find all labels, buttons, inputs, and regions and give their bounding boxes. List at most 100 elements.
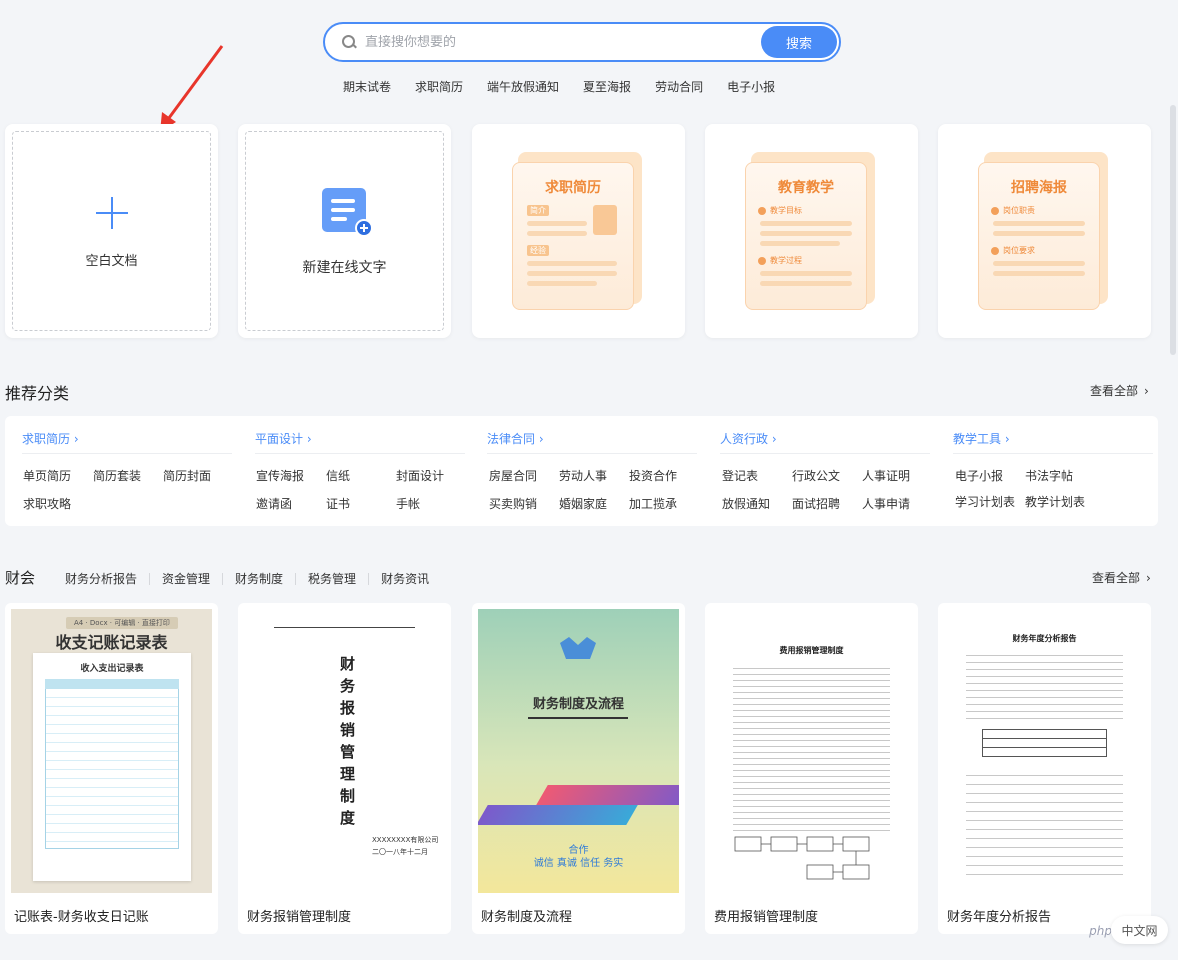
category-head-label: 人资行政	[720, 432, 769, 446]
category-item[interactable]: 单页简历	[23, 467, 71, 484]
category-head-label: 法律合同	[487, 432, 536, 446]
doc-thumbnail: 财务报销管理制度 XXXXXXXX有限公司 二〇一八年十二月	[244, 609, 445, 893]
view-all-label: 查看全部	[1092, 571, 1141, 585]
chevron-right-icon: ›	[306, 432, 312, 446]
category-item[interactable]: 加工揽承	[629, 495, 677, 512]
search-input[interactable]	[365, 34, 755, 50]
category-item[interactable]: 邀请函	[256, 495, 292, 512]
doc-thumbnail: 财务制度及流程 合作 诚信 真诚 信任 务实	[478, 609, 679, 893]
online-document-icon	[322, 188, 372, 236]
chevron-right-icon: ›	[538, 432, 544, 446]
new-online-text-card[interactable]: 新建在线文字	[238, 124, 451, 338]
thumb-subtitle: 收入支出记录表	[80, 664, 144, 674]
chevron-right-icon: ›	[73, 432, 79, 446]
plus-icon	[96, 197, 128, 229]
category-head-design[interactable]: 平面设计 ›	[255, 430, 312, 447]
doc-card-expense[interactable]: 费用报销管理制度 费用报销管理制度	[705, 603, 918, 934]
finance-tab[interactable]: 财务资讯	[381, 570, 429, 587]
search-bar[interactable]: 搜索	[323, 22, 841, 62]
finance-tab[interactable]: 财务分析报告	[65, 570, 137, 587]
template-chip: 经验	[527, 245, 549, 256]
category-item[interactable]: 手帐	[396, 495, 420, 512]
hot-tag[interactable]: 期末试卷	[343, 78, 391, 95]
new-online-text-label: 新建在线文字	[302, 260, 387, 276]
finance-tab[interactable]: 财务制度	[235, 570, 283, 587]
chevron-right-icon: ›	[1144, 384, 1149, 398]
thumb-tag: A4 · Docx · 可编辑 · 直接打印	[66, 617, 178, 629]
category-item[interactable]: 面试招聘	[792, 495, 840, 512]
template-card-recruit[interactable]: 招聘海报 岗位职责 岗位要求	[938, 124, 1151, 338]
category-item[interactable]: 人事证明	[862, 467, 910, 484]
finance-tab[interactable]: 资金管理	[162, 570, 210, 587]
recommend-view-all-link[interactable]: 查看全部 ›	[1090, 382, 1149, 399]
hot-tag[interactable]: 端午放假通知	[487, 78, 559, 95]
flowchart-icon	[734, 836, 870, 880]
category-item[interactable]: 信纸	[326, 467, 350, 484]
doc-card-process[interactable]: 财务制度及流程 合作 诚信 真诚 信任 务实 财务制度及流程	[472, 603, 685, 934]
finance-view-all-link[interactable]: 查看全部 ›	[1092, 569, 1151, 586]
doc-thumbnail: 费用报销管理制度	[711, 609, 912, 893]
thumb-title: 财务制度及流程	[532, 697, 624, 712]
thumb-motto: 诚信 真诚 信任 务实	[533, 858, 624, 869]
category-item[interactable]: 电子小报	[955, 467, 1003, 484]
category-item[interactable]: 买卖购销	[489, 495, 537, 512]
category-item[interactable]: 学习计划表	[955, 493, 1015, 510]
category-item[interactable]: 宣传海报	[256, 467, 304, 484]
template-sub: 岗位职责	[1003, 206, 1035, 215]
thumb-company: XXXXXXXX有限公司	[372, 836, 439, 844]
hot-tag[interactable]: 求职简历	[415, 78, 463, 95]
template-card-education[interactable]: 教育教学 教学目标 教学过程	[705, 124, 918, 338]
category-head-label: 平面设计	[255, 432, 304, 446]
category-item[interactable]: 登记表	[722, 467, 758, 484]
photo-placeholder	[593, 205, 617, 235]
hot-tag[interactable]: 夏至海报	[583, 78, 631, 95]
blank-document-card[interactable]: 空白文档	[5, 124, 218, 338]
search-button[interactable]: 搜索	[761, 26, 837, 58]
category-head-legal[interactable]: 法律合同 ›	[487, 430, 544, 447]
category-head-resume[interactable]: 求职简历 ›	[22, 430, 79, 447]
category-head-label: 求职简历	[22, 432, 71, 446]
category-item[interactable]: 简历套装	[93, 467, 141, 484]
doc-card-ledger[interactable]: A4 · Docx · 可编辑 · 直接打印 收支记账记录表 收入支出记录表 记…	[5, 603, 218, 934]
red-arrow-annotation	[160, 45, 224, 132]
doc-name: 财务制度及流程	[481, 910, 573, 925]
category-item[interactable]: 行政公文	[792, 467, 840, 484]
template-sub: 教学过程	[770, 256, 802, 265]
php-cn-badge[interactable]: 中文网	[1111, 916, 1168, 944]
category-panel: 求职简历 › 单页简历 简历套装 简历封面 求职攻略 平面设计 › 宣传海报 信…	[5, 416, 1158, 526]
template-title: 教育教学	[778, 180, 834, 196]
category-item[interactable]: 封面设计	[396, 467, 444, 484]
hot-tag[interactable]: 电子小报	[727, 78, 775, 95]
category-item[interactable]: 书法字帖	[1025, 467, 1073, 484]
hot-tag[interactable]: 劳动合同	[655, 78, 703, 95]
category-item[interactable]: 教学计划表	[1025, 493, 1085, 510]
scrollbar[interactable]	[1170, 105, 1176, 355]
chevron-right-icon: ›	[1004, 432, 1010, 446]
doc-name: 财务报销管理制度	[247, 910, 352, 925]
category-item[interactable]: 婚姻家庭	[559, 495, 607, 512]
dashed-border	[12, 131, 211, 331]
category-head-teaching[interactable]: 教学工具 ›	[953, 430, 1010, 447]
education-illustration: 教育教学 教学目标 教学过程	[741, 148, 881, 313]
view-all-label: 查看全部	[1090, 384, 1139, 398]
category-item[interactable]: 房屋合同	[489, 467, 537, 484]
recommend-title: 推荐分类	[5, 384, 70, 403]
doc-card-annual[interactable]: 财务年度分析报告 财务年度分析报告	[938, 603, 1151, 934]
category-item[interactable]: 劳动人事	[559, 467, 607, 484]
category-item[interactable]: 投资合作	[629, 467, 677, 484]
category-item[interactable]: 求职攻略	[23, 495, 71, 512]
finance-tab[interactable]: 税务管理	[308, 570, 356, 587]
doc-card-reimbursement[interactable]: 财务报销管理制度 XXXXXXXX有限公司 二〇一八年十二月 财务报销管理制度	[238, 603, 451, 934]
category-item[interactable]: 放假通知	[722, 495, 770, 512]
chevron-right-icon: ›	[771, 432, 777, 446]
thumb-date: 二〇一八年十二月	[372, 848, 428, 856]
category-item[interactable]: 简历封面	[163, 467, 211, 484]
thumb-title: 费用报销管理制度	[779, 646, 844, 655]
logo-icon	[560, 637, 596, 659]
resume-illustration: 求职简历 简介 经验	[508, 148, 648, 313]
template-card-resume[interactable]: 求职简历 简介 经验	[472, 124, 685, 338]
category-head-hr[interactable]: 人资行政 ›	[720, 430, 777, 447]
category-item[interactable]: 证书	[326, 495, 350, 512]
category-item[interactable]: 人事申请	[862, 495, 910, 512]
thumb-title: 财务年度分析报告	[1012, 634, 1077, 643]
